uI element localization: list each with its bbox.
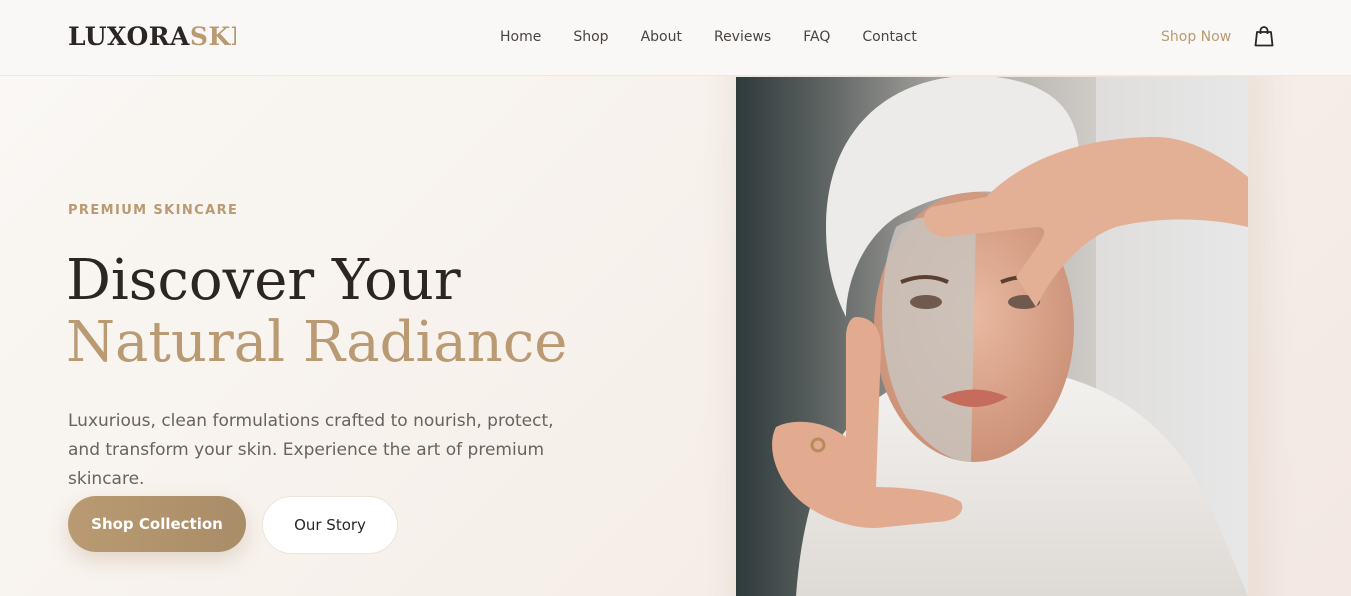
shopping-bag-icon[interactable] xyxy=(1254,25,1274,47)
shop-collection-button[interactable]: Shop Collection xyxy=(68,496,246,552)
nav-faq[interactable]: FAQ xyxy=(803,27,830,47)
logo-accent-text: SKIN xyxy=(189,22,236,51)
main-nav: Home Shop About Reviews FAQ Contact xyxy=(500,27,917,47)
hero-description: Luxurious, clean formulations crafted to… xyxy=(68,411,554,489)
shop-now-link[interactable]: Shop Now xyxy=(1161,27,1231,47)
logo-main-text: LUXORA xyxy=(68,22,190,51)
nav-about[interactable]: About xyxy=(641,27,682,47)
nav-home[interactable]: Home xyxy=(500,27,541,47)
site-header: LUXORASKIN Home Shop About Reviews FAQ C… xyxy=(0,0,1351,76)
hero-title-line-2: Natural Radiance xyxy=(66,310,568,375)
hero-eyebrow: PREMIUM SKINCARE xyxy=(68,203,239,218)
nav-contact[interactable]: Contact xyxy=(862,27,916,47)
our-story-button[interactable]: Our Story xyxy=(262,496,398,554)
page: LUXORASKIN Home Shop About Reviews FAQ C… xyxy=(0,0,1351,596)
hero-title: Discover Your Natural Radiance xyxy=(66,250,567,374)
nav-reviews[interactable]: Reviews xyxy=(714,27,771,47)
nav-shop[interactable]: Shop xyxy=(573,27,608,47)
hero-title-line-1: Discover Your xyxy=(66,248,461,313)
hero-image xyxy=(736,77,1248,596)
brand-logo[interactable]: LUXORASKIN xyxy=(68,22,236,51)
